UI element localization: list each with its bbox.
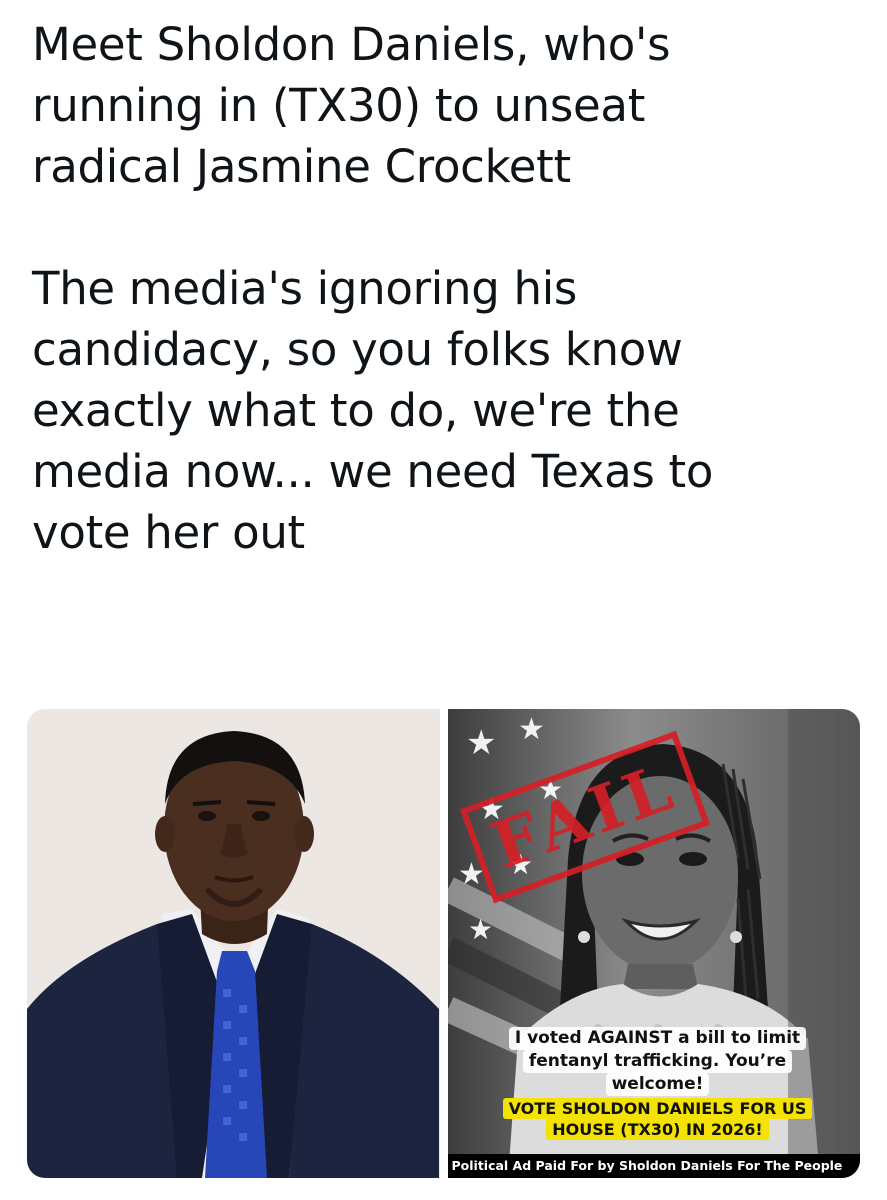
tweet-paragraph-call-to-action: The media's ignoring his candidacy, so y…: [32, 262, 714, 559]
candidate-portrait-illustration: [27, 731, 439, 1178]
candidate-photo[interactable]: [27, 709, 440, 1178]
ad-quote-line: I voted AGAINST a bill to limit: [508, 1027, 807, 1050]
ad-disclaimer: Political Ad Paid For by Sholdon Daniels…: [447, 1154, 860, 1178]
svg-text:★: ★: [518, 712, 545, 747]
ad-quote-box: I voted AGAINST a bill to limit fentanyl…: [498, 1027, 818, 1140]
ad-cta-line: VOTE SHOLDON DANIELS FOR US: [502, 1098, 813, 1119]
ad-quote-line: fentanyl trafficking. You’re: [522, 1050, 793, 1073]
campaign-ad-image[interactable]: ★ ★ ★ ★ ★ ★ ★ ★: [447, 709, 860, 1178]
tweet-text: Meet Sholdon Daniels, who's running in (…: [32, 14, 862, 563]
svg-text:★: ★: [466, 723, 496, 763]
svg-text:★: ★: [468, 913, 493, 946]
media-grid: ★ ★ ★ ★ ★ ★ ★ ★: [27, 709, 860, 1178]
tweet-paragraph-intro: Meet Sholdon Daniels, who's running in (…: [32, 18, 671, 193]
ad-cta-line: HOUSE (TX30) IN 2026!: [546, 1119, 769, 1140]
ad-quote-line: welcome!: [605, 1073, 710, 1096]
